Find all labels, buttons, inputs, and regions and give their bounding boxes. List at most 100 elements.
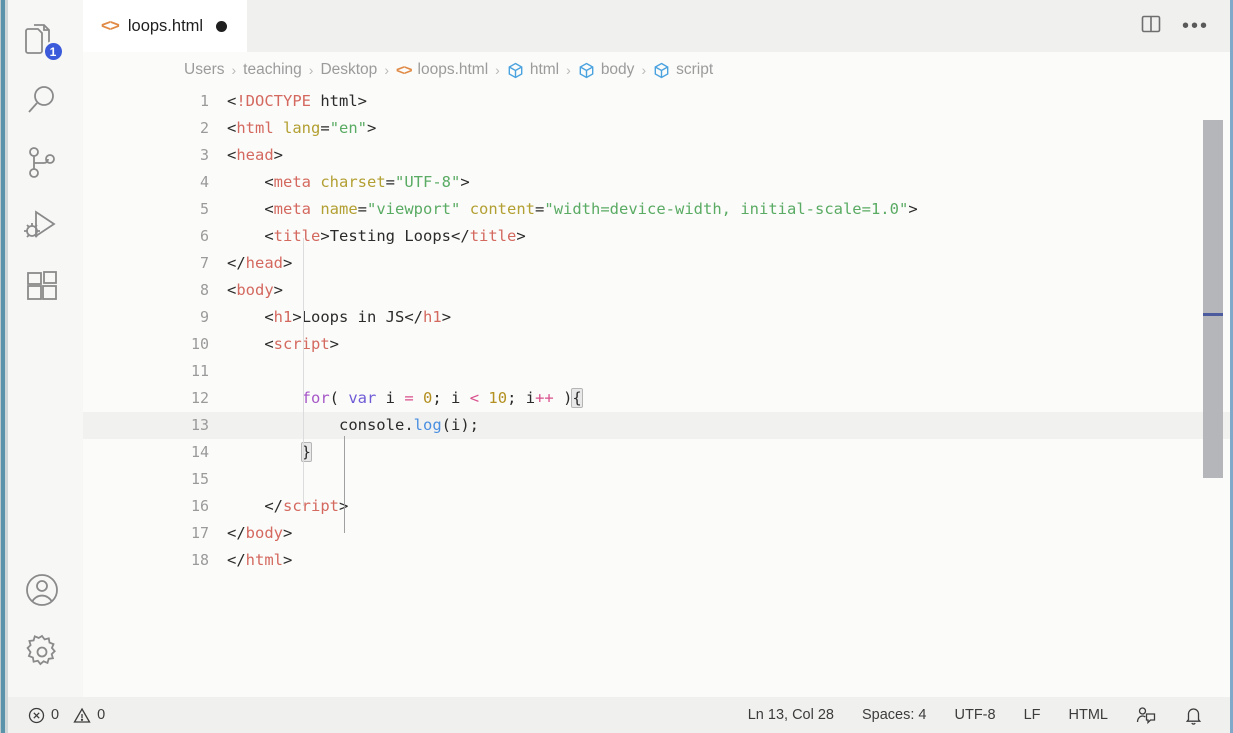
breadcrumb-separator: › — [495, 62, 500, 78]
code-token-op: ++ — [535, 389, 554, 407]
problems-status[interactable]: 0 0 — [28, 707, 105, 724]
status-bar-left: 0 0 — [0, 707, 105, 724]
code-token-punct: < — [227, 281, 237, 299]
code-line[interactable]: 14 } — [83, 439, 1233, 466]
editor-vertical-scrollbar[interactable] — [1203, 120, 1223, 478]
code-token-ident: i — [376, 389, 405, 407]
code-line-text: <title>Testing Loops</title> — [227, 223, 526, 250]
code-line[interactable]: 5 <meta name="viewport" content="width=d… — [83, 196, 1233, 223]
code-token-tag: h1 — [273, 308, 293, 326]
code-line[interactable]: 12 for( var i = 0; i < 10; i++ ){ — [83, 385, 1233, 412]
code-line[interactable]: 10 <script> — [83, 331, 1233, 358]
split-editor-button[interactable] — [1140, 13, 1162, 40]
code-line[interactable]: 18 </html> — [83, 547, 1233, 574]
symbol-cube-icon — [578, 62, 595, 79]
workbench-body: 1 <> loops.html ••• Users › teaching › D… — [0, 0, 1233, 697]
breadcrumb-item-loops-html[interactable]: <> loops.html — [396, 61, 488, 79]
code-line[interactable]: 17 </body> — [83, 520, 1233, 547]
indentation-status[interactable]: Spaces: 4 — [862, 707, 927, 723]
breadcrumb-item-html[interactable]: html — [507, 61, 559, 79]
sidebar-item-settings[interactable] — [14, 621, 70, 683]
code-token-ident: i — [451, 389, 470, 407]
code-line[interactable]: 15 — [83, 466, 1233, 493]
line-number: 2 — [199, 119, 209, 137]
breadcrumb-item-Desktop[interactable]: Desktop — [320, 61, 377, 79]
breadcrumb-separator: › — [308, 62, 314, 78]
sidebar-item-run-and-debug[interactable] — [14, 194, 70, 256]
line-number: 16 — [190, 497, 209, 515]
code-line[interactable]: 16 </script> — [83, 493, 1233, 520]
code-line[interactable]: 13 console.log(i); — [83, 412, 1233, 439]
line-number: 1 — [199, 92, 209, 110]
code-line[interactable]: 11 — [83, 358, 1233, 385]
code-token-ident: i — [525, 389, 536, 407]
code-line-text: } — [227, 439, 313, 466]
code-editor[interactable]: 1 <!DOCTYPE html> 2 <html lang="en"> 3 <head>… — [83, 88, 1233, 697]
code-token-punct: < — [264, 173, 274, 191]
account-icon — [24, 572, 60, 608]
breadcrumb-item-body[interactable]: body — [578, 61, 634, 79]
code-token-punct: > — [292, 308, 302, 326]
code-token-punct: </ — [264, 497, 283, 515]
breadcrumb-separator: › — [384, 62, 389, 78]
breadcrumb-separator: › — [231, 62, 237, 78]
breadcrumb-item-label: html — [529, 61, 560, 78]
sidebar-item-source-control[interactable] — [14, 132, 70, 194]
breadcrumb-item-teaching[interactable]: teaching — [243, 61, 302, 79]
code-token-punct: = — [385, 173, 396, 191]
language-mode-status[interactable]: HTML — [1069, 707, 1108, 723]
code-token-punct: </ — [404, 308, 424, 326]
code-line-text: <html lang="en"> — [227, 115, 376, 142]
code-token-punct: > — [908, 200, 918, 218]
code-token-ident — [414, 389, 423, 407]
encoding-status[interactable]: UTF-8 — [955, 707, 996, 723]
code-line[interactable]: 4 <meta charset="UTF-8"> — [83, 169, 1233, 196]
tab-label: loops.html — [127, 16, 204, 35]
feedback-button[interactable] — [1136, 706, 1156, 725]
indent-guide-active — [344, 436, 345, 533]
code-token-punct: < — [264, 227, 274, 245]
eol-status[interactable]: LF — [1024, 707, 1041, 723]
notifications-button[interactable] — [1184, 706, 1203, 725]
code-line[interactable]: 8 <body> — [83, 277, 1233, 304]
code-token-punct: > — [516, 227, 526, 245]
code-token-string: "UTF-8" — [395, 173, 461, 191]
sidebar-item-explorer[interactable]: 1 — [14, 8, 70, 70]
code-line[interactable]: 6 <title>Testing Loops</title> — [83, 223, 1233, 250]
sidebar-item-extensions[interactable] — [14, 256, 70, 318]
breadcrumb-item-label: teaching — [243, 61, 302, 78]
activity-bar: 1 — [0, 0, 83, 697]
error-icon — [28, 707, 45, 724]
code-token-punct: ) — [553, 389, 573, 407]
tab-dirty-indicator[interactable] — [216, 20, 228, 32]
code-token-tag: body — [236, 281, 274, 299]
sidebar-item-accounts[interactable] — [14, 559, 70, 621]
breadcrumb-item-script[interactable]: script — [653, 61, 713, 79]
code-token-doctype: !DOCTYPE — [236, 92, 311, 110]
breadcrumb-item-Users[interactable]: Users — [184, 61, 224, 79]
code-token-punct: > — [283, 254, 293, 272]
html-file-icon: <> — [101, 16, 120, 35]
code-token-op: < — [469, 389, 480, 407]
code-token-punct: < — [264, 200, 274, 218]
bell-icon — [1184, 706, 1203, 725]
warning-count: 0 — [97, 707, 106, 723]
code-line[interactable]: 7 </head> — [83, 250, 1233, 277]
code-lines: 1 <!DOCTYPE html> 2 <html lang="en"> 3 <head>… — [83, 88, 1233, 574]
code-line-text: </script> — [227, 493, 348, 520]
code-token-punct: > — [320, 227, 330, 245]
sidebar-item-search[interactable] — [14, 70, 70, 132]
code-token-string: "viewport" — [367, 200, 461, 218]
code-token-punct: > — [460, 173, 470, 191]
editor-group: <> loops.html ••• Users › teaching › Des… — [83, 0, 1233, 697]
code-token-punct: < — [227, 92, 237, 110]
cursor-position[interactable]: Ln 13, Col 28 — [748, 707, 834, 723]
code-line[interactable]: 1 <!DOCTYPE html> — [83, 88, 1233, 115]
tab-loops-html[interactable]: <> loops.html — [83, 0, 248, 52]
code-line[interactable]: 2 <html lang="en"> — [83, 115, 1233, 142]
code-line[interactable]: 3 <head> — [83, 142, 1233, 169]
more-actions-button[interactable]: ••• — [1182, 16, 1209, 36]
code-line[interactable]: 9 <h1>Loops in JS</h1> — [83, 304, 1233, 331]
